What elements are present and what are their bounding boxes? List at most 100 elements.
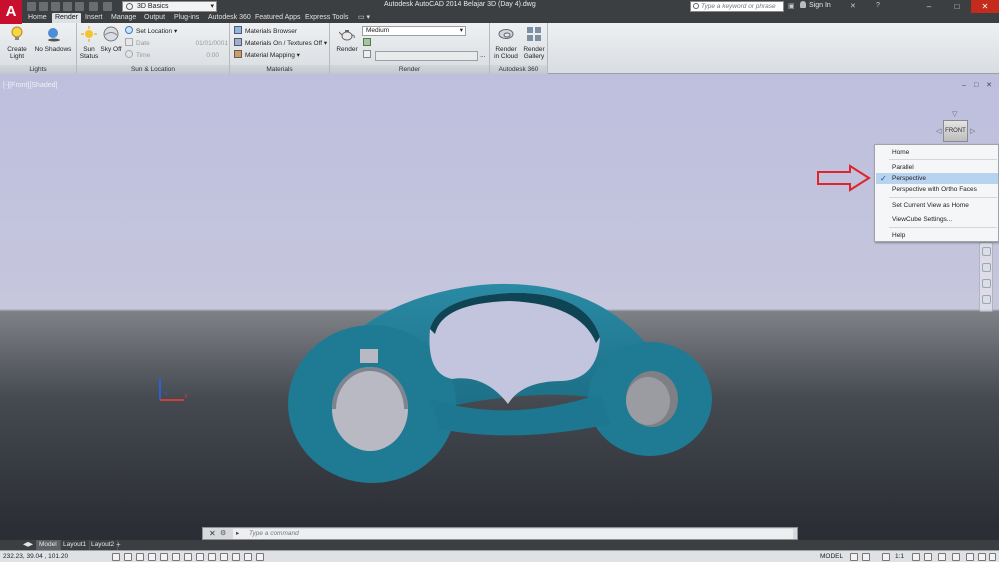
annotation-scale-icon[interactable] xyxy=(882,553,890,561)
polar-icon[interactable] xyxy=(148,553,156,561)
annotation-scale-value[interactable]: 1:1 xyxy=(895,551,904,562)
binoculars-icon[interactable]: ▣ xyxy=(788,2,795,10)
viewport-controls-label[interactable]: [-][Front][Shaded] xyxy=(3,82,57,89)
sign-in-button[interactable]: Sign In xyxy=(800,1,831,9)
menu-item-perspective[interactable]: ✓ Perspective xyxy=(876,173,998,184)
tab-manage[interactable]: Manage xyxy=(108,13,139,23)
transparency-icon[interactable] xyxy=(232,553,240,561)
ducs-icon[interactable] xyxy=(196,553,204,561)
lineweight-icon[interactable] xyxy=(220,553,228,561)
tab-model[interactable]: Model xyxy=(36,540,61,550)
panel-title-materials[interactable]: Materials xyxy=(230,65,329,74)
osnap-icon[interactable] xyxy=(160,553,168,561)
3d-osnap-icon[interactable] xyxy=(172,553,180,561)
3d-model-bracket[interactable] xyxy=(280,209,720,489)
clean-screen-icon[interactable] xyxy=(989,553,996,561)
render-preset-select[interactable]: Medium ▾ xyxy=(362,26,466,36)
viewcube[interactable]: ▽ ◁ ▷ FRONT xyxy=(936,111,975,148)
panel-title-sun-location[interactable]: Sun & Location xyxy=(77,65,229,74)
tab-home[interactable]: Home xyxy=(25,13,50,23)
materials-on-textures-off-button[interactable]: Materials On / Textures Off ▾ xyxy=(234,38,327,49)
menu-item-help[interactable]: Help xyxy=(876,230,998,241)
quick-view-layouts-icon[interactable] xyxy=(850,553,858,561)
arrow-up-icon[interactable]: ▽ xyxy=(952,110,957,118)
sun-status-button[interactable]: Sun Status xyxy=(79,26,99,60)
time-slider[interactable]: Time 0:00 xyxy=(125,50,219,61)
add-layout-button[interactable]: + xyxy=(116,540,121,550)
redo-icon[interactable] xyxy=(103,2,112,11)
menu-item-set-home[interactable]: Set Current View as Home xyxy=(876,200,998,211)
zoom-icon[interactable] xyxy=(982,279,991,288)
save-as-icon[interactable] xyxy=(63,2,72,11)
tab-render[interactable]: Render xyxy=(52,13,81,23)
arrow-left-icon[interactable]: ◁ xyxy=(936,127,941,135)
plot-icon[interactable] xyxy=(75,2,84,11)
panel-title-render[interactable]: Render xyxy=(330,65,489,74)
isolate-objects-icon[interactable] xyxy=(978,553,986,561)
date-slider[interactable]: Date 01/01/0001 xyxy=(125,38,228,49)
menu-item-perspective-ortho-faces[interactable]: Perspective with Ortho Faces xyxy=(876,184,998,195)
no-shadows-button[interactable]: No Shadows xyxy=(33,26,73,53)
new-icon[interactable] xyxy=(27,2,36,11)
ribbon-minimize-icon[interactable]: ▭ ▾ xyxy=(355,13,373,23)
quick-view-drawings-icon[interactable] xyxy=(862,553,870,561)
command-line-close-icon[interactable]: ✕ xyxy=(209,528,216,540)
annotation-visibility-icon[interactable] xyxy=(912,553,920,561)
menu-item-home[interactable]: Home xyxy=(876,147,998,158)
material-mapping-button[interactable]: Material Mapping ▾ xyxy=(234,50,300,61)
render-in-cloud-button[interactable]: Render in Cloud xyxy=(492,26,520,60)
materials-browser-button[interactable]: Materials Browser xyxy=(234,26,297,37)
tab-output[interactable]: Output xyxy=(141,13,168,23)
tab-featured-apps[interactable]: Featured Apps xyxy=(252,13,304,23)
snap-icon[interactable] xyxy=(112,553,120,561)
model-space-button[interactable]: MODEL xyxy=(820,551,843,562)
help-icon[interactable]: ? xyxy=(876,2,880,9)
render-window-button[interactable] xyxy=(363,38,374,49)
orbit-icon[interactable] xyxy=(982,295,991,304)
tab-layout1[interactable]: Layout1 xyxy=(60,540,91,550)
panel-title-autodesk-360[interactable]: Autodesk 360 xyxy=(490,65,547,74)
workspace-switching-icon[interactable] xyxy=(938,553,946,561)
application-menu-button[interactable]: A xyxy=(0,0,22,24)
workspace-select[interactable]: 3D Basics ▾ xyxy=(122,1,217,12)
lock-icon[interactable] xyxy=(952,553,960,561)
menu-item-parallel[interactable]: Parallel xyxy=(876,162,998,173)
viewcube-front-face[interactable]: FRONT xyxy=(943,120,968,142)
save-icon[interactable] xyxy=(51,2,60,11)
maximize-button[interactable]: □ xyxy=(943,0,971,13)
search-input[interactable]: Type a keyword or phrase xyxy=(690,1,784,12)
render-path-browse-button[interactable]: ... xyxy=(480,50,485,61)
steering-wheel-icon[interactable] xyxy=(982,247,991,256)
exchange-icon[interactable]: ✕ xyxy=(850,2,856,10)
layout-nav-icon[interactable]: ◀▶ xyxy=(20,540,37,550)
menu-item-viewcube-settings[interactable]: ViewCube Settings... xyxy=(876,214,998,225)
viewport-window-controls[interactable]: – □ ✕ xyxy=(962,81,995,89)
command-input[interactable]: ▸ Type a command xyxy=(233,529,793,539)
set-location-button[interactable]: Set Location ▾ xyxy=(125,26,177,37)
hardware-acceleration-icon[interactable] xyxy=(966,553,974,561)
undo-icon[interactable] xyxy=(89,2,98,11)
open-icon[interactable] xyxy=(39,2,48,11)
panel-title-lights[interactable]: Lights xyxy=(0,65,76,74)
selection-cycling-icon[interactable] xyxy=(256,553,264,561)
pan-icon[interactable] xyxy=(982,263,991,272)
otrack-icon[interactable] xyxy=(184,553,192,561)
create-light-button[interactable]: Create Light xyxy=(3,26,31,60)
tab-insert[interactable]: Insert xyxy=(82,13,106,23)
tab-express-tools[interactable]: Express Tools xyxy=(302,13,351,23)
grid-icon[interactable] xyxy=(124,553,132,561)
cursor-coordinates[interactable]: 232.23, 39.04 , 101.20 xyxy=(3,551,68,562)
minimize-button[interactable]: – xyxy=(915,0,943,13)
render-button[interactable]: Render xyxy=(334,26,360,53)
auto-scale-icon[interactable] xyxy=(924,553,932,561)
quick-properties-icon[interactable] xyxy=(244,553,252,561)
tab-plugins[interactable]: Plug-ins xyxy=(171,13,202,23)
arrow-right-icon[interactable]: ▷ xyxy=(970,127,975,135)
sky-off-button[interactable]: Sky Off xyxy=(100,26,122,53)
close-button[interactable]: ✕ xyxy=(971,0,999,13)
dyn-icon[interactable] xyxy=(208,553,216,561)
tab-autodesk-360[interactable]: Autodesk 360 xyxy=(205,13,254,23)
render-gallery-button[interactable]: Render Gallery xyxy=(521,26,547,60)
drawing-viewport[interactable]: [-][Front][Shaded] – □ ✕ Y X ▽ ◁ ▷ FRONT… xyxy=(0,74,999,526)
command-line-wrench-icon[interactable]: ⚙ xyxy=(220,528,226,540)
